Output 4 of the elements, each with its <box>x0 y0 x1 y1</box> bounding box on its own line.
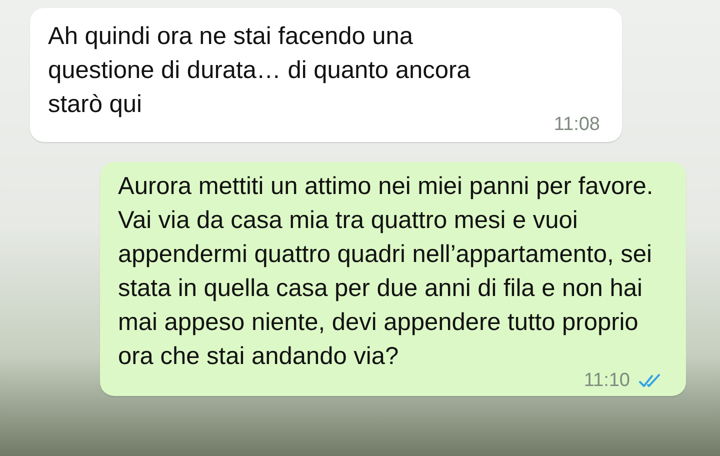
message-time: 11:10 <box>584 370 630 392</box>
message-text: Ah quindi ora ne stai facendo una questione di durata… di quanto ancora starò qui <box>48 22 472 120</box>
message-time: 11:08 <box>554 114 600 136</box>
message-text: Aurora mettiti un attimo nei miei panni per favore. Vai via da casa mia tra quattro mesi e vuoi appendermi quattro quadri nell’appartamento, sei stata in quella casa per due anni di fila e non hai mai appeso niente, devi appendere tutto proprio ora che stai andando via? <box>118 172 654 372</box>
